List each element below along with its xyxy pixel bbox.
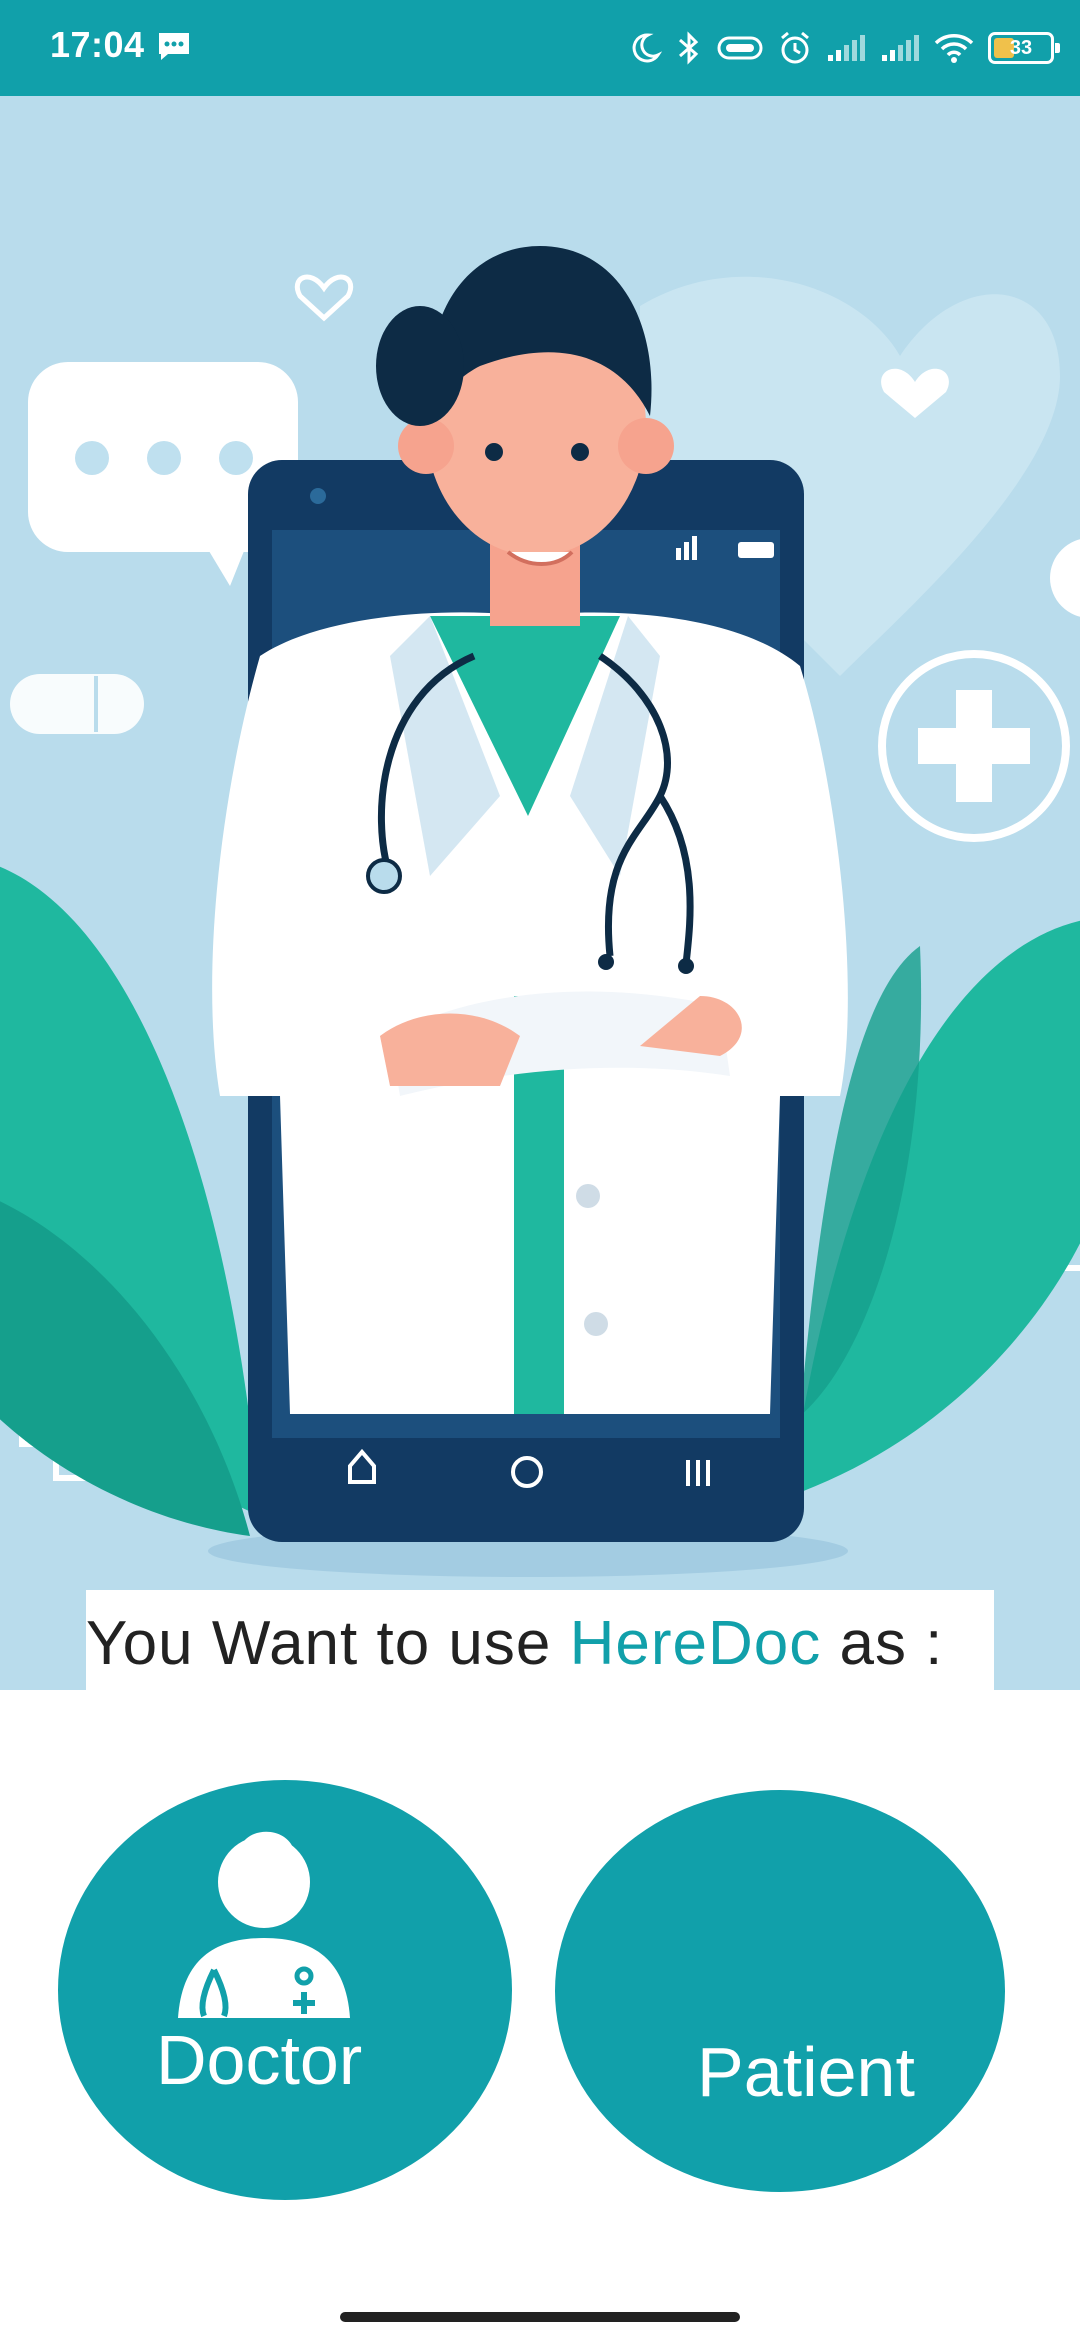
- message-icon: [159, 33, 189, 60]
- plus-circle-icon: [878, 650, 1070, 842]
- vibrate-icon: [717, 36, 763, 60]
- battery-icon: 33: [988, 32, 1060, 64]
- moon-icon: [632, 33, 662, 63]
- bluetooth-icon: [679, 31, 699, 65]
- gesture-navigation-bar[interactable]: [340, 2312, 740, 2322]
- patient-button[interactable]: Patient: [555, 1790, 1005, 2192]
- pill-icon: [10, 674, 144, 734]
- alarm-icon: [781, 31, 809, 64]
- hero-illustration: [0, 96, 1080, 1690]
- brand-name: HereDoc: [569, 1609, 822, 1678]
- patient-label: Patient: [697, 2033, 915, 2111]
- role-prompt: You Want to use HereDoc as :: [86, 1590, 994, 1690]
- wifi-icon: [934, 34, 974, 63]
- battery-level: 33: [1009, 37, 1033, 59]
- doctor-label: Doctor: [156, 2021, 363, 2099]
- signal-icon: [828, 35, 865, 61]
- prompt-after: as :: [821, 1609, 944, 1678]
- doctor-button[interactable]: Doctor: [58, 1780, 512, 2200]
- status-icons: 33: [628, 26, 1060, 70]
- signal-icon: [882, 35, 919, 61]
- doctor-avatar-icon: [178, 1831, 350, 2018]
- role-prompt-text: You Want to use HereDoc as :: [86, 1608, 943, 1679]
- heart-outline-icon: [294, 274, 354, 322]
- status-time: 17:04: [50, 24, 145, 65]
- status-bar: 17:04 33: [0, 0, 1080, 96]
- doctor-illustration: [0, 246, 1080, 1577]
- prompt-before: You Want to use: [86, 1609, 570, 1678]
